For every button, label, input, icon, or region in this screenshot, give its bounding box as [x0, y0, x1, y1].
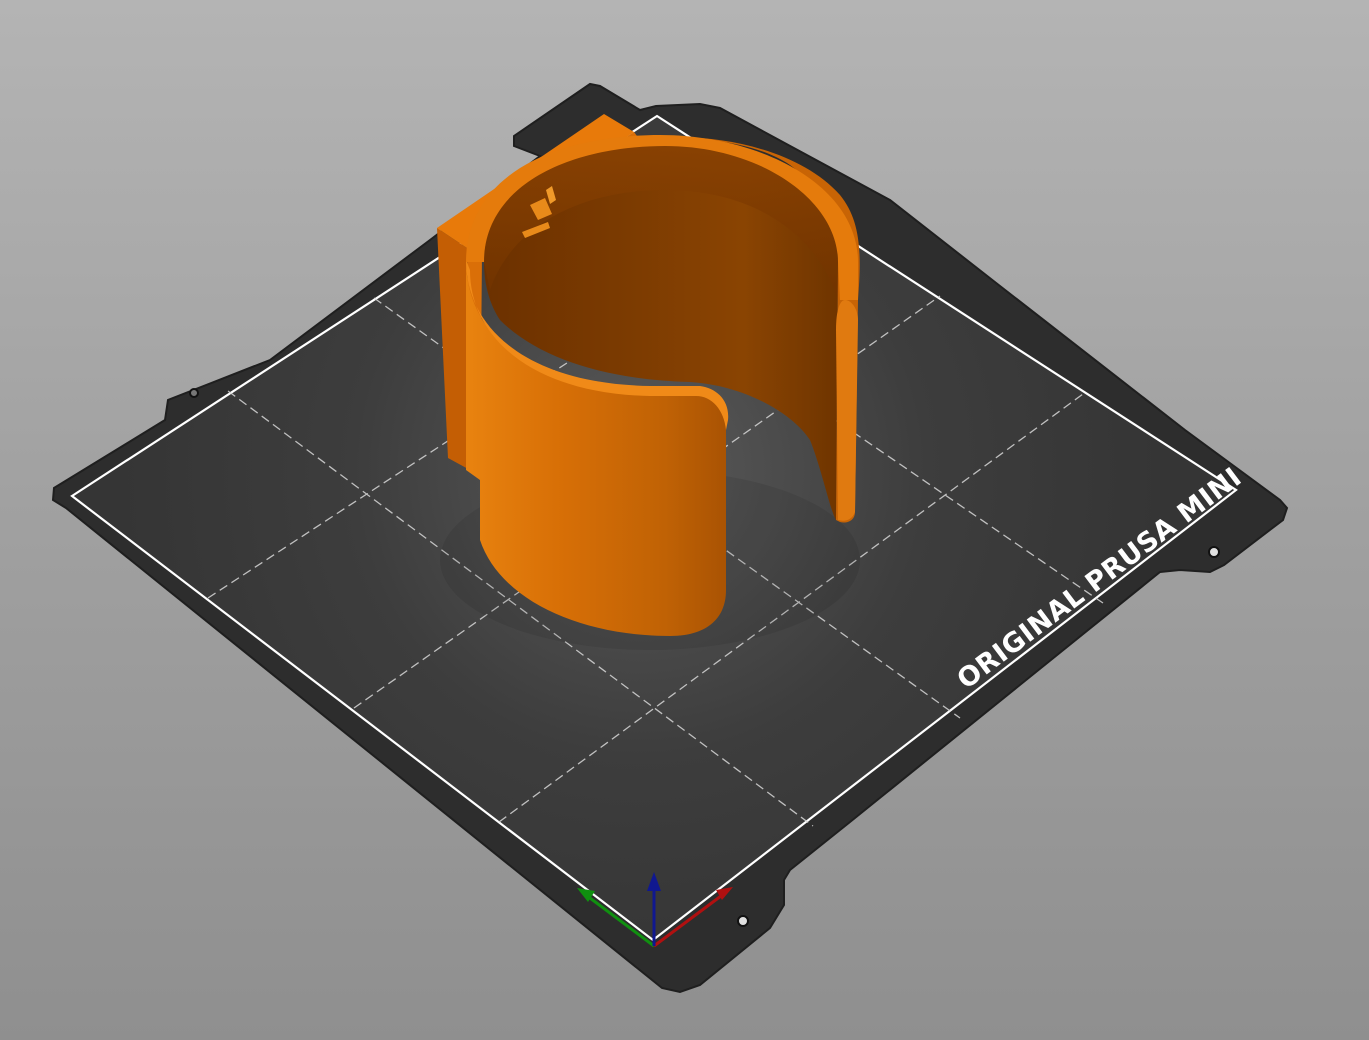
3d-viewport[interactable]: ORIGINAL PRUSA MINI	[0, 0, 1369, 1040]
scene-canvas[interactable]: ORIGINAL PRUSA MINI	[0, 0, 1369, 1040]
mount-hole	[1208, 546, 1220, 558]
mount-hole	[189, 388, 199, 398]
right-wall-edge	[836, 300, 858, 521]
mount-hole	[737, 915, 749, 927]
